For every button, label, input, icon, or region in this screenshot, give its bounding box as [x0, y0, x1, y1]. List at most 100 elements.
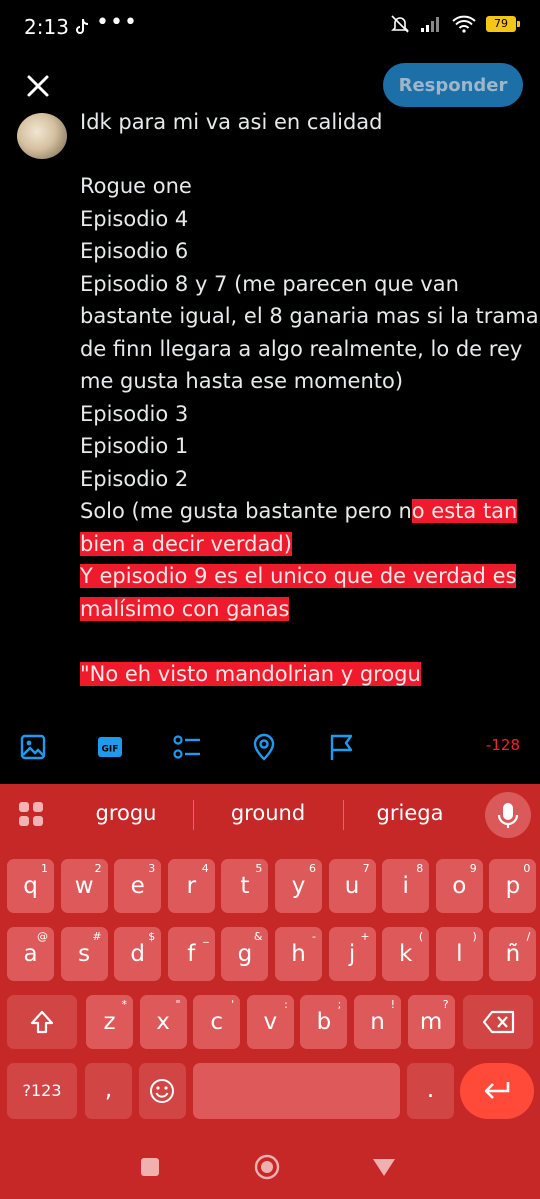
- key-j[interactable]: + j: [328, 927, 376, 981]
- backspace-key[interactable]: [463, 995, 533, 1049]
- key-label: n: [370, 1009, 385, 1035]
- key-o[interactable]: 9o: [435, 859, 483, 913]
- compose-text: Rogue one: [80, 174, 192, 198]
- microphone-icon[interactable]: [485, 792, 531, 838]
- reply-button[interactable]: Responder: [383, 63, 523, 107]
- key-n[interactable]: ! n: [354, 995, 401, 1049]
- keyboard-menu-icon[interactable]: [17, 800, 45, 828]
- flag-icon[interactable]: [326, 732, 356, 762]
- quoted-text-cut: Idk para mi va asi en calidad: [80, 104, 383, 134]
- key-p[interactable]: 0p: [489, 859, 537, 913]
- key-a[interactable]: @ a: [7, 927, 54, 981]
- over-limit-text: bien a decir verdad): [80, 531, 292, 556]
- key-x[interactable]: " x: [139, 995, 187, 1049]
- key-label: m: [419, 1009, 443, 1035]
- suggestion-2[interactable]: ground: [210, 801, 326, 825]
- wifi-icon: [452, 15, 476, 33]
- compose-line: Episodio 6: [80, 235, 525, 268]
- back-icon[interactable]: [371, 1157, 397, 1177]
- compose-toolbar: GIF -128: [0, 722, 540, 770]
- mute-bell-icon: [391, 15, 409, 33]
- image-icon[interactable]: [18, 732, 48, 762]
- key-z[interactable]: * z: [86, 995, 133, 1049]
- key-label: o: [452, 873, 467, 899]
- emoji-key[interactable]: [139, 1063, 186, 1119]
- signal-icon: [421, 17, 439, 32]
- suggestion-3[interactable]: griega: [355, 801, 465, 825]
- key-m[interactable]: ? m: [407, 995, 455, 1049]
- period-key[interactable]: .: [407, 1063, 454, 1119]
- key-h[interactable]: -h: [275, 927, 322, 981]
- compose-line: Rogue one: [80, 170, 525, 203]
- key-q[interactable]: 1q: [7, 859, 54, 913]
- status-icons: 79: [390, 14, 520, 34]
- compose-line: Y episodio 9 es el unico que de verdad e…: [80, 560, 525, 593]
- key-u[interactable]: 7u: [328, 859, 376, 913]
- home-icon[interactable]: [254, 1154, 280, 1180]
- key-e[interactable]: 3e: [114, 859, 162, 913]
- comma-key[interactable]: ,: [85, 1063, 132, 1119]
- key-w[interactable]: 2w: [60, 859, 108, 913]
- compose-line: me gusta hasta ese momento): [80, 365, 525, 398]
- gif-icon[interactable]: GIF: [95, 732, 125, 762]
- poll-icon[interactable]: [172, 732, 202, 762]
- close-icon[interactable]: [22, 70, 54, 102]
- compose-line: Episodio 2: [80, 463, 525, 496]
- symbols-key-label: ?123: [22, 1081, 62, 1100]
- suggestion-divider: [193, 800, 194, 830]
- key-label: c: [210, 1009, 224, 1035]
- compose-line: Episodio 4: [80, 203, 525, 236]
- space-bar[interactable]: [193, 1063, 400, 1119]
- compose-line: [80, 625, 525, 658]
- key-label: j: [348, 941, 356, 967]
- compose-line: bien a decir verdad): [80, 528, 525, 561]
- key-r[interactable]: 4r: [167, 859, 215, 913]
- comma-key-label: ,: [104, 1077, 113, 1103]
- key-k[interactable]: (k: [382, 927, 430, 981]
- notification-dots: •••: [96, 10, 138, 35]
- key-c[interactable]: ' c: [193, 995, 241, 1049]
- compose-line: malísimo con ganas: [80, 593, 525, 626]
- key-label: w: [74, 873, 94, 899]
- key-ñ[interactable]: / ñ: [489, 927, 537, 981]
- key-y[interactable]: 6y: [275, 859, 322, 913]
- key-t[interactable]: 5t: [221, 859, 269, 913]
- period-key-label: .: [426, 1077, 435, 1103]
- compose-line: Solo (me gusta bastante pero no esta tan: [80, 495, 525, 528]
- key-b[interactable]: ; b: [300, 995, 348, 1049]
- key-i[interactable]: 8i: [382, 859, 430, 913]
- location-icon[interactable]: [249, 732, 279, 762]
- compose-line: de finn llegara a algo realmente, lo de …: [80, 333, 525, 366]
- key-l[interactable]: ) l: [435, 927, 483, 981]
- key-label: x: [156, 1009, 170, 1035]
- enter-icon: [484, 1082, 510, 1099]
- symbols-key[interactable]: ?123: [7, 1063, 77, 1119]
- key-label: t: [240, 873, 250, 899]
- compose-line: bastante igual, el 8 ganaria mas si la t…: [80, 300, 539, 333]
- key-d[interactable]: $ d: [114, 927, 162, 981]
- compose-text: Episodio 3: [80, 401, 189, 426]
- key-label: r: [186, 873, 197, 899]
- compose-line: Episodio 8 y 7 (me parecen que van: [80, 268, 525, 301]
- avatar[interactable]: [17, 113, 67, 159]
- compose-line: Episodio 3: [80, 398, 525, 431]
- compose-textarea[interactable]: Rogue one Episodio 4 Episodio 6 Episodio 8 …: [80, 170, 539, 690]
- key-v[interactable]: :v: [246, 995, 294, 1049]
- suggestion-1[interactable]: grogu: [70, 801, 182, 825]
- compose-text: de finn llegara a algo realmente, lo de …: [80, 336, 523, 361]
- recent-apps-icon[interactable]: [140, 1157, 160, 1177]
- compose-text: bastante igual, el 8 ganaria mas si la t…: [80, 304, 539, 328]
- enter-key[interactable]: [460, 1063, 534, 1119]
- key-label: i: [402, 873, 409, 899]
- compose-text: Episodio 6: [80, 239, 189, 263]
- key-label: h: [291, 941, 306, 967]
- key-label: d: [130, 941, 145, 967]
- key-label: g: [237, 941, 253, 967]
- key-label: u: [344, 873, 360, 899]
- key-label: q: [23, 873, 38, 899]
- quoted-text: Idk para mi va asi en calidad: [80, 110, 383, 134]
- shift-key[interactable]: [7, 995, 77, 1049]
- key-f[interactable]: _ f: [167, 927, 215, 981]
- key-g[interactable]: & g: [221, 927, 269, 981]
- key-s[interactable]: # s: [60, 927, 108, 981]
